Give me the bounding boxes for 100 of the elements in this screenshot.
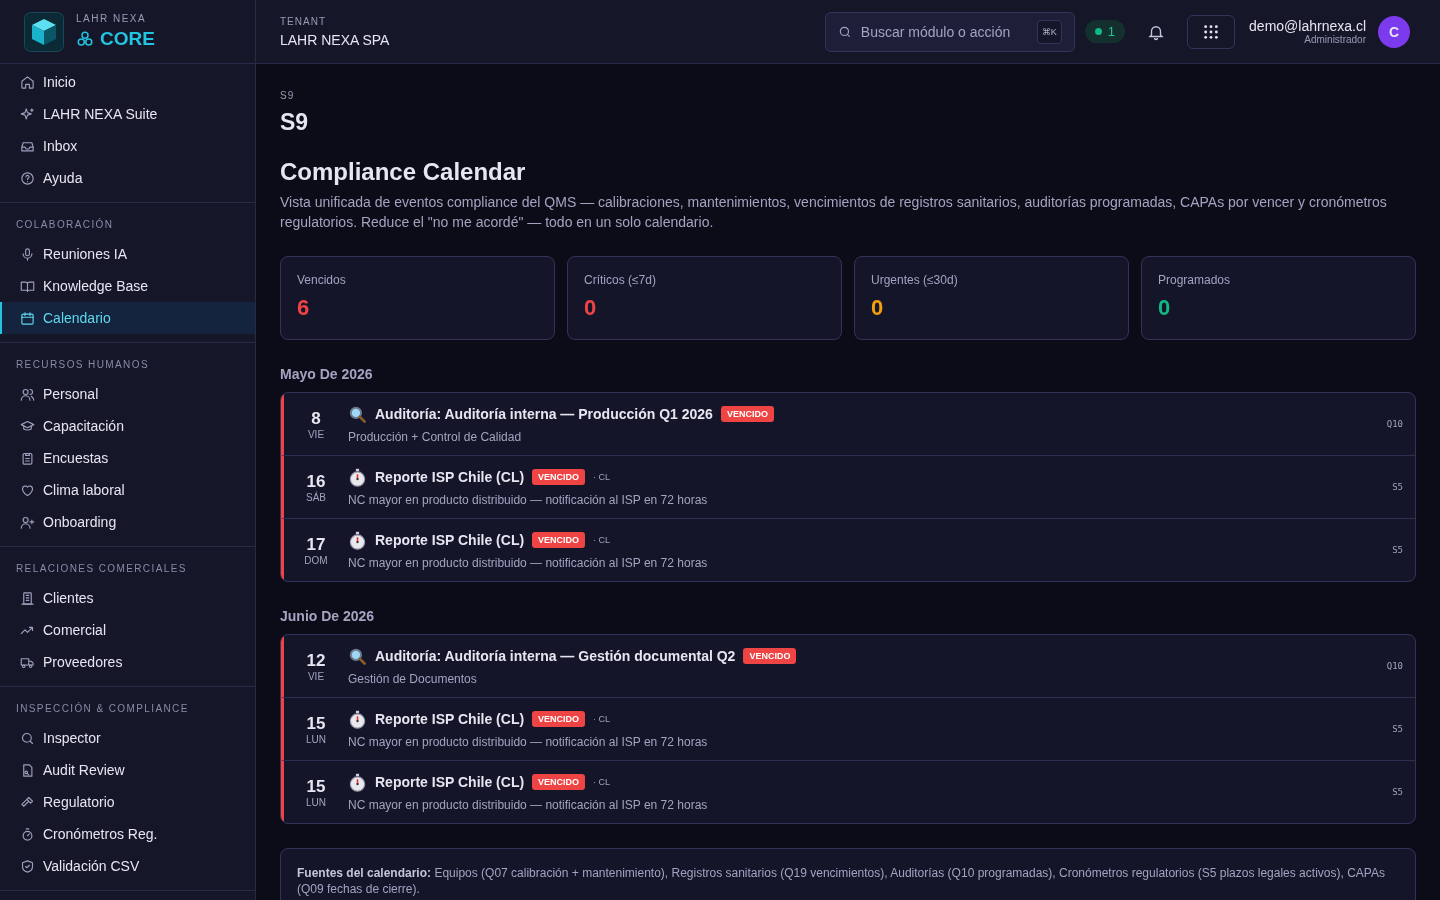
event-title: Auditoría: Auditoría interna — Producción Q1 2026	[375, 406, 713, 422]
section-heading: RECURSOS HUMANOS	[15, 358, 150, 372]
event-day: 12	[306, 650, 326, 671]
event-row[interactable]: 15 LUN Reporte ISP Chile (CL) VENCIDO · CL NC mayor en producto distribuido — notificación al ISP en 72 horas S5	[281, 698, 1415, 761]
country-tag: · CL	[593, 777, 611, 787]
magnifier-icon	[348, 646, 367, 666]
sidebar-item[interactable]: Encuestas	[0, 442, 255, 474]
source-code: S5	[1392, 545, 1403, 555]
status-badge: VENCIDO	[743, 648, 797, 664]
stat-value: 0	[584, 295, 598, 321]
stopwatch-icon	[348, 467, 367, 487]
shield-icon	[20, 858, 35, 874]
status-badge: VENCIDO	[532, 532, 586, 548]
event-row[interactable]: 8 VIE Auditoría: Auditoría interna — Producción Q1 2026 VENCIDO Producción + Control de Calidad Q10	[281, 393, 1415, 456]
user-role: Administrador	[1304, 34, 1366, 45]
sidebar-item[interactable]: LAHR NEXA Suite	[0, 98, 255, 130]
stat-value: 0	[871, 295, 885, 321]
status-badge: VENCIDO	[532, 774, 586, 790]
gavel-icon	[20, 794, 35, 810]
sidebar-item[interactable]: Audit Review	[0, 754, 255, 786]
section-heading: COLABORACIÓN	[15, 217, 115, 232]
status-badge: VENCIDO	[532, 711, 586, 727]
sidebar-item[interactable]: Calendario	[0, 302, 255, 334]
status-badge: VENCIDO	[532, 469, 586, 485]
section-heading: INSPECCIÓN & COMPLIANCE	[15, 701, 190, 716]
event-day: 17	[306, 534, 326, 555]
stat-label: Urgentes (≤30d)	[871, 273, 959, 287]
user-email: demo@lahrnexa.cl	[1249, 18, 1366, 34]
heart-icon	[20, 482, 35, 498]
event-day: 15	[306, 713, 326, 734]
sidebar-item[interactable]: Comercial	[0, 614, 255, 646]
user-avatar[interactable]: C	[1378, 15, 1410, 48]
country-tag: · CL	[593, 535, 611, 545]
event-row[interactable]: 12 VIE Auditoría: Auditoría interna — Gestión documental Q2 VENCIDO Gestión de Documentos Q10	[281, 635, 1415, 698]
event-day: 16	[306, 471, 326, 492]
event-weekday: DOM	[304, 554, 328, 566]
grid-icon	[1203, 23, 1220, 40]
sidebar-item[interactable]: Clientes	[0, 582, 255, 614]
stat-label: Programados	[1158, 273, 1232, 287]
module-code: S9	[280, 90, 296, 101]
help-icon	[20, 170, 35, 186]
clipboard-icon	[20, 450, 35, 466]
sidebar-item[interactable]: Validación CSV	[0, 850, 255, 882]
stopwatch-icon	[20, 826, 35, 842]
search-input[interactable]: Buscar módulo o acción	[858, 22, 1030, 41]
status-badge: VENCIDO	[720, 406, 774, 422]
users-icon	[20, 386, 35, 402]
product-name: CORE	[100, 28, 155, 50]
module-title: S9	[280, 109, 310, 136]
event-row[interactable]: 17 DOM Reporte ISP Chile (CL) VENCIDO · CL NC mayor en producto distribuido — notificación al ISP en 72 horas S5	[281, 519, 1415, 581]
event-title: Auditoría: Auditoría interna — Gestión documental Q2	[375, 648, 736, 664]
sidebar-item[interactable]: Cronómetros Reg.	[0, 818, 255, 850]
stat-value: 0	[1158, 295, 1172, 321]
sidebar-item[interactable]: Regulatorio	[0, 786, 255, 818]
source-code: S5	[1392, 482, 1403, 492]
source-code: S5	[1392, 787, 1403, 797]
user-plus-icon	[20, 514, 35, 530]
tenant-label: TENANT	[280, 15, 327, 27]
month-heading: Junio De 2026	[280, 608, 376, 624]
event-weekday: LUN	[306, 733, 326, 745]
stopwatch-icon	[348, 772, 367, 792]
magnifier-icon	[348, 404, 367, 424]
status-indicator[interactable]: 1	[1084, 20, 1126, 43]
source-code: S5	[1392, 724, 1403, 734]
sidebar-item[interactable]: Inbox	[0, 130, 255, 162]
cube-logo-icon	[24, 11, 64, 52]
search-bar[interactable]: Buscar módulo o acción ⌘K	[824, 11, 1075, 52]
search-icon	[20, 730, 35, 746]
sidebar-item[interactable]: Inicio	[0, 66, 255, 98]
event-subtitle: NC mayor en producto distribuido — notificación al ISP en 72 horas	[348, 734, 709, 749]
country-tag: · CL	[593, 714, 611, 724]
microphone-icon	[20, 246, 35, 262]
page-description: Vista unificada de eventos compliance del QMS — calibraciones, mantenimientos, vencimientos de registros sanitarios, auditorías programadas, CAPAs por vencer y cronómetros regulatorios. Reduce el "no me acordé" — todo en un solo calendario.	[280, 193, 1388, 232]
home-icon	[20, 74, 35, 90]
event-subtitle: NC mayor en producto distribuido — notificación al ISP en 72 horas	[348, 492, 709, 507]
sidebar-item[interactable]: Knowledge Base	[0, 270, 255, 302]
sidebar-item[interactable]: Ayuda	[0, 162, 255, 194]
sidebar-item[interactable]: Clima laboral	[0, 474, 255, 506]
source-code: Q10	[1386, 419, 1403, 429]
sidebar-item[interactable]: Proveedores	[0, 646, 255, 678]
country-tag: · CL	[593, 472, 611, 482]
apps-button[interactable]	[1187, 14, 1236, 49]
calendar-icon	[20, 310, 35, 326]
event-row[interactable]: 15 LUN Reporte ISP Chile (CL) VENCIDO · CL NC mayor en producto distribuido — notificación al ISP en 72 horas S5	[281, 761, 1415, 823]
sidebar-item[interactable]: Reuniones IA	[0, 238, 255, 270]
sidebar-item[interactable]: Personal	[0, 378, 255, 410]
sidebar-item[interactable]: Onboarding	[0, 506, 255, 538]
event-title: Reporte ISP Chile (CL)	[375, 774, 525, 790]
sidebar-item[interactable]: Capacitación	[0, 410, 255, 442]
event-day: 15	[306, 776, 326, 797]
event-subtitle: NC mayor en producto distribuido — notificación al ISP en 72 horas	[348, 555, 709, 570]
tenant-name: LAHR NEXA SPA	[280, 31, 390, 48]
stat-value: 6	[297, 295, 311, 321]
event-title: Reporte ISP Chile (CL)	[375, 469, 525, 485]
book-icon	[20, 278, 35, 294]
building-icon	[20, 590, 35, 606]
event-row[interactable]: 16 SÁB Reporte ISP Chile (CL) VENCIDO · CL NC mayor en producto distribuido — notificación al ISP en 72 horas S5	[281, 456, 1415, 519]
sidebar-item[interactable]: Inspector	[0, 722, 255, 754]
event-weekday: VIE	[307, 428, 325, 440]
sources-note: Fuentes del calendario: Equipos (Q07 calibración + mantenimiento), Registros sanitarios (Q19 vencimientos), Auditorías (Q10 programadas), Cronómetros regulatorios (S5 plazos legales activos), CAPAs (Q09 fechas de cierre).	[297, 865, 1386, 897]
